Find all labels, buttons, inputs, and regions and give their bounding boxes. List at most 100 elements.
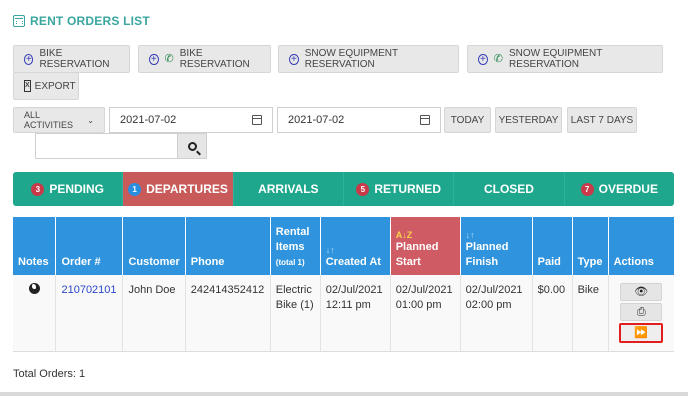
snow-phone-reservation-button[interactable]: + ✆ SNOW EQUIPMENT RESERVATION [467,45,663,73]
header-planned-finish-line1: Planned [465,241,509,253]
tab-closed-label: CLOSED [483,182,534,196]
header-phone[interactable]: Phone [185,217,271,275]
tab-returned[interactable]: 5 RETURNED [344,172,455,206]
cell-planned-start: 02/Jul/2021 01:00 pm [390,275,461,352]
page-title: RENT ORDERS LIST [13,14,150,28]
created-date: 02/Jul/2021 [325,284,383,296]
rental-item-line1: Electric [275,284,312,296]
search-button[interactable] [177,133,207,159]
header-type[interactable]: Type [572,217,609,275]
plus-circle-icon: + [149,53,159,65]
last-7-days-label: LAST 7 DAYS [570,114,634,126]
date-from-value: 2021-07-02 [120,114,177,126]
tab-pending-count: 3 [31,182,45,196]
advance-button[interactable]: ⏩ [619,323,664,343]
finish-date: 02/Jul/2021 [465,284,523,296]
header-created-at-label: Created At [325,256,381,268]
tab-departures[interactable]: 1 DEPARTURES [123,172,234,206]
table-row: 210702101 John Doe 242414352412 Electric… [13,275,674,352]
tab-pending[interactable]: 3 PENDING [13,172,124,206]
header-order[interactable]: Order # [55,217,124,275]
sort-icon: ↓↑ [325,245,335,255]
tab-returned-count: 5 [356,182,370,196]
cell-paid: $0.00 [532,275,573,352]
snow-reservation-button[interactable]: + SNOW EQUIPMENT RESERVATION [278,45,459,73]
header-rental-items-total: (total 1) [275,258,305,267]
header-planned-finish-line2: Finish [465,256,499,268]
search-input[interactable] [35,133,178,159]
header-planned-finish[interactable]: ↓↑ Planned Finish [460,217,533,275]
plus-circle-icon: + [478,53,488,65]
sort-icon: ↓↑ [465,230,475,240]
date-from-field[interactable]: 2021-07-02 [109,107,273,133]
tab-closed[interactable]: CLOSED [454,172,565,206]
header-notes: Notes [13,217,57,275]
cell-planned-finish: 02/Jul/2021 02:00 pm [460,275,533,352]
phone-icon: ✆ [493,52,503,65]
tab-overdue-label: OVERDUE [598,182,658,196]
cell-order: 210702101 [55,275,124,352]
bike-reservation-label: BIKE RESERVATION [39,48,110,70]
tab-arrivals[interactable]: ARRIVALS [234,172,344,206]
last-7-days-button[interactable]: LAST 7 DAYS [567,107,637,133]
yesterday-label: YESTERDAY [498,114,559,126]
plus-circle-icon: + [289,53,299,65]
header-planned-start-line2: Start [395,256,421,268]
excel-icon: X [24,80,31,92]
snow-reservation-label: SNOW EQUIPMENT RESERVATION [304,48,398,70]
eye-icon: 👁 [634,285,649,298]
export-button[interactable]: X EXPORT [13,72,79,100]
export-label: EXPORT [34,80,76,92]
header-paid[interactable]: Paid [532,217,573,275]
globe-icon[interactable] [28,283,40,294]
phone-icon: ✆ [164,52,174,65]
bike-phone-reservation-label: BIKE RESERVATION [179,48,250,70]
bike-reservation-button[interactable]: + BIKE RESERVATION [13,45,130,73]
header-planned-start-line1: Planned [395,241,439,253]
bike-phone-reservation-button[interactable]: + ✆ BIKE RESERVATION [138,45,271,73]
header-rental-items-line2: Items [275,241,305,253]
header-created-at[interactable]: ↓↑ Created At [320,217,391,275]
date-to-value: 2021-07-02 [288,114,345,126]
finish-time: 02:00 pm [465,299,512,311]
header-planned-start[interactable]: A↓Z Planned Start [390,217,461,275]
cell-notes [13,275,57,352]
cell-created-at: 02/Jul/2021 12:11 pm [320,275,391,352]
yesterday-button[interactable]: YESTERDAY [495,107,562,133]
calendar-icon[interactable] [420,115,430,125]
print-button[interactable]: ⎙ [620,303,663,321]
divider [0,392,688,396]
today-label: TODAY [450,114,485,126]
snow-phone-reservation-label: SNOW EQUIPMENT RESERVATION [508,48,603,70]
created-time: 12:11 pm [325,299,371,311]
calendar-icon [13,15,25,27]
activity-select[interactable]: ALL ACTIVITIES ⌄ [13,107,105,133]
header-actions: Actions [608,217,674,275]
status-tabs: 3 PENDING 1 DEPARTURES ARRIVALS 5 RETURN… [13,172,674,206]
print-icon: ⎙ [636,305,646,318]
cell-phone: 242414352412 [185,275,271,352]
tab-overdue[interactable]: 7 OVERDUE [565,172,674,206]
start-date: 02/Jul/2021 [395,284,453,296]
page-title-text: RENT ORDERS LIST [30,14,150,28]
rental-item-line2: Bike (1) [275,299,314,311]
start-time: 01:00 pm [395,299,442,311]
calendar-icon[interactable] [252,115,262,125]
header-customer[interactable]: Customer [122,217,186,275]
search-icon [187,141,197,151]
header-rental-items-line1: Rental [275,226,310,238]
tab-arrivals-label: ARRIVALS [258,182,319,196]
order-link[interactable]: 210702101 [61,284,116,296]
date-to-field[interactable]: 2021-07-02 [277,107,441,133]
cell-rental-items: Electric Bike (1) [270,275,321,352]
tab-overdue-count: 7 [580,182,594,196]
today-button[interactable]: TODAY [444,107,491,133]
orders-table: Notes Order # Customer Phone Rental Item… [13,217,674,352]
cell-customer: John Doe [122,275,186,352]
fast-forward-icon: ⏩ [634,326,649,339]
view-button[interactable]: 👁 [620,283,663,301]
total-orders: Total Orders: 1 [13,368,86,380]
cell-actions: 👁 ⎙ ⏩ [608,275,674,352]
cell-type: Bike [572,275,609,352]
chevron-down-icon: ⌄ [87,115,94,125]
